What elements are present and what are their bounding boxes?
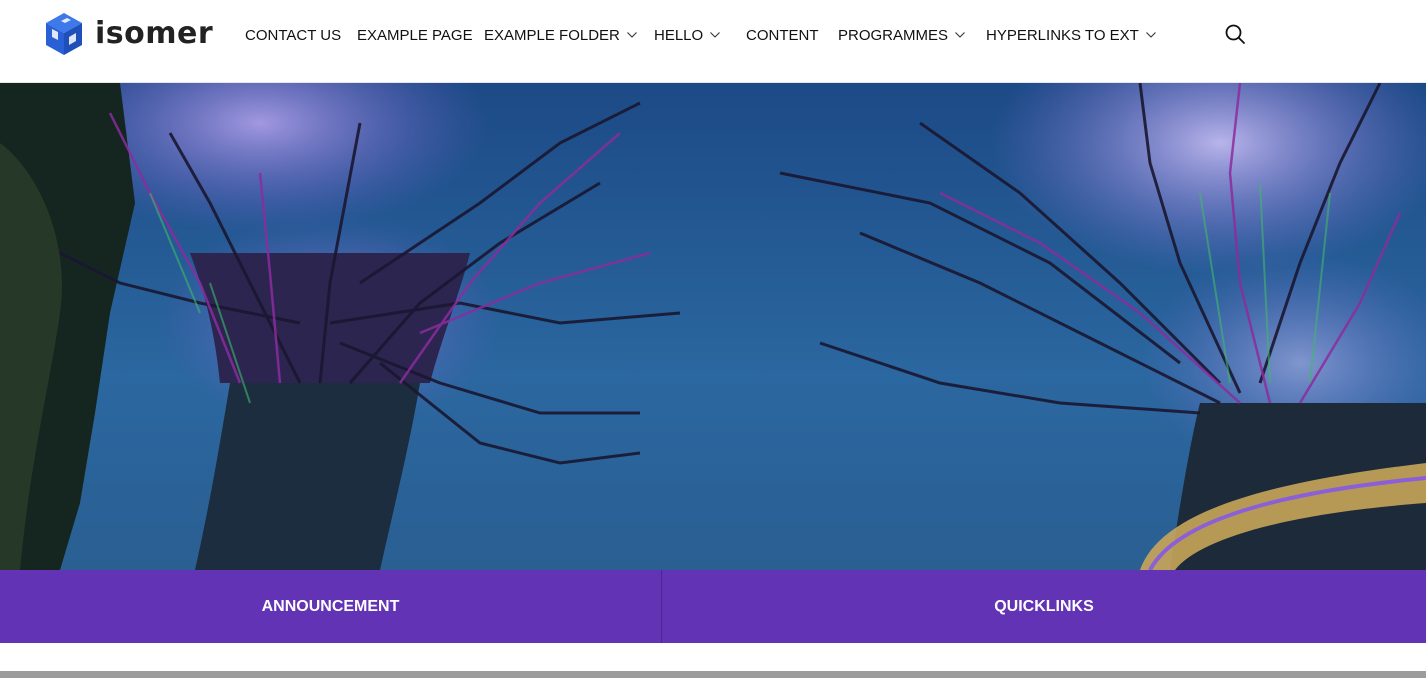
nav-label: HELLO [654,26,704,44]
homepage-button-bar: ANNOUNCEMENT QUICKLINKS [0,570,1426,643]
nav-item-example-folder[interactable]: EXAMPLE FOLDER [484,25,637,45]
nav-item-hyperlinks-to-ext[interactable]: HYPERLINKS TO EXT [986,25,1156,45]
site-header: isomer CONTACT US EXAMPLE PAGE EXAMPLE F… [0,0,1426,83]
section-divider [0,671,1426,678]
quicklinks-button[interactable]: QUICKLINKS [662,570,1426,643]
chevron-down-icon [710,32,721,38]
hero-supertrees-image [0,83,1426,570]
logo-wordmark: isomer [95,16,214,51]
search-icon[interactable] [1224,23,1246,45]
nav-item-content[interactable]: CONTENT [746,25,819,45]
nav-label: EXAMPLE FOLDER [484,26,620,44]
nav-label: CONTENT [746,26,819,44]
nav-label: PROGRAMMES [838,26,949,44]
nav-label: CONTACT US [245,26,342,44]
site-logo[interactable]: isomer [44,11,213,57]
announcement-button[interactable]: ANNOUNCEMENT [0,570,662,643]
chevron-down-icon [1145,32,1156,38]
isomer-cube-logo-icon [46,13,82,55]
nav-label: HYPERLINKS TO EXT [986,26,1139,44]
nav-item-contact-us[interactable]: CONTACT US [245,25,341,45]
hero-banner [0,83,1426,570]
nav-item-programmes[interactable]: PROGRAMMES [838,25,965,45]
nav-label: EXAMPLE PAGE [357,26,473,44]
nav-item-hello[interactable]: HELLO [654,25,721,45]
nav-item-example-page[interactable]: EXAMPLE PAGE [357,25,473,45]
chevron-down-icon [626,32,637,38]
chevron-down-icon [955,32,965,38]
